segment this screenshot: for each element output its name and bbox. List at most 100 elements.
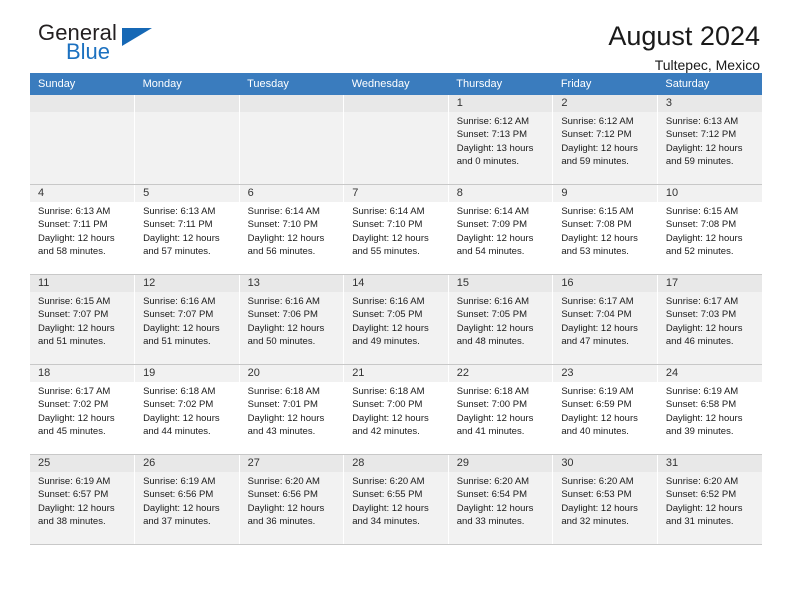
day-number: 1 [448, 95, 553, 112]
daylight-text-line2: and 38 minutes. [38, 516, 106, 528]
calendar-day-cell[interactable]: 29 Sunrise: 6:20 AM Sunset: 6:54 PM Dayligh… [448, 454, 554, 545]
sunset-text: Sunset: 7:07 PM [143, 309, 214, 321]
calendar-day-cell[interactable]: 30 Sunrise: 6:20 AM Sunset: 6:53 PM Dayligh… [552, 454, 658, 545]
calendar-day-cell[interactable]: 20 Sunrise: 6:18 AM Sunset: 7:01 PM Dayligh… [239, 364, 345, 455]
day-number: 21 [344, 365, 448, 382]
calendar-week-row: 4 Sunrise: 6:13 AM Sunset: 7:11 PM Daylight… [30, 184, 762, 275]
day-cell-inner: 14 Sunrise: 6:16 AM Sunset: 7:05 PM Dayligh… [344, 275, 448, 349]
calendar-day-cell[interactable]: 31 Sunrise: 6:20 AM Sunset: 6:52 PM Dayligh… [657, 454, 762, 545]
day-cell-inner: 13 Sunrise: 6:16 AM Sunset: 7:06 PM Dayligh… [239, 275, 344, 349]
sunrise-text: Sunrise: 6:15 AM [665, 206, 739, 217]
daylight-text-line2: and 36 minutes. [247, 516, 316, 528]
calendar-day-cell[interactable]: 16 Sunrise: 6:17 AM Sunset: 7:04 PM Dayligh… [552, 274, 658, 365]
calendar-day-cell[interactable]: 5 Sunrise: 6:13 AM Sunset: 7:11 PM Daylight… [134, 184, 240, 275]
calendar-day-cell[interactable]: 19 Sunrise: 6:18 AM Sunset: 7:02 PM Dayligh… [134, 364, 240, 455]
day-cell-inner: 2 Sunrise: 6:12 AM Sunset: 7:12 PM Daylight… [553, 95, 657, 169]
calendar-day-cell[interactable]: 10 Sunrise: 6:15 AM Sunset: 7:08 PM Dayligh… [657, 184, 762, 275]
calendar-day-cell[interactable]: 22 Sunrise: 6:18 AM Sunset: 7:00 PM Dayligh… [448, 364, 554, 455]
daylight-text-line2: and 40 minutes. [561, 426, 629, 438]
sunrise-text: Sunrise: 6:14 AM [456, 206, 530, 217]
day-number: 15 [448, 275, 553, 292]
sunrise-text: Sunrise: 6:18 AM [247, 386, 320, 397]
sunrise-text: Sunrise: 6:19 AM [38, 476, 111, 487]
daylight-text-line1: Daylight: 12 hours [352, 502, 429, 514]
daylight-text-line2: and 53 minutes. [561, 246, 629, 258]
calendar-day-cell[interactable]: 8 Sunrise: 6:14 AM Sunset: 7:09 PM Daylight… [448, 184, 554, 275]
calendar-day-cell[interactable]: 6 Sunrise: 6:14 AM Sunset: 7:10 PM Daylight… [239, 184, 345, 275]
weekday-header-monday: Monday [134, 73, 240, 95]
day-number: 11 [30, 275, 135, 292]
calendar-day-cell[interactable]: 17 Sunrise: 6:17 AM Sunset: 7:03 PM Dayligh… [657, 274, 762, 365]
calendar-day-cell[interactable]: 25 Sunrise: 6:19 AM Sunset: 6:57 PM Dayligh… [30, 454, 136, 545]
calendar-day-cell[interactable]: 2 Sunrise: 6:12 AM Sunset: 7:12 PM Daylight… [552, 95, 658, 185]
day-cell-inner: 10 Sunrise: 6:15 AM Sunset: 7:08 PM Dayligh… [657, 185, 762, 259]
calendar-page: General Blue August 2024 Tultepec, Mexic… [0, 0, 792, 612]
sunrise-text: Sunrise: 6:13 AM [665, 116, 739, 127]
daylight-text-line1: Daylight: 12 hours [247, 232, 325, 244]
calendar-day-cell[interactable]: 24 Sunrise: 6:19 AM Sunset: 6:58 PM Dayligh… [657, 364, 762, 455]
day-number: 10 [657, 185, 762, 202]
calendar-day-cell[interactable]: 23 Sunrise: 6:19 AM Sunset: 6:59 PM Dayligh… [552, 364, 658, 455]
daylight-text-line1: Daylight: 12 hours [456, 232, 534, 244]
calendar-day-cell[interactable]: 4 Sunrise: 6:13 AM Sunset: 7:11 PM Daylight… [30, 184, 136, 275]
day-number: 19 [135, 365, 239, 382]
sunset-text: Sunset: 6:54 PM [456, 489, 527, 501]
calendar-day-cell[interactable]: 28 Sunrise: 6:20 AM Sunset: 6:55 PM Dayligh… [343, 454, 449, 545]
calendar-week-row: 11 Sunrise: 6:15 AM Sunset: 7:07 PM Dayligh… [30, 274, 762, 365]
sunrise-text: Sunrise: 6:17 AM [38, 386, 111, 397]
sunrise-text: Sunrise: 6:19 AM [561, 386, 634, 397]
calendar-day-cell[interactable]: 3 Sunrise: 6:13 AM Sunset: 7:12 PM Daylight… [657, 95, 762, 185]
calendar-day-cell[interactable]: 11 Sunrise: 6:15 AM Sunset: 7:07 PM Dayligh… [30, 274, 136, 365]
general-blue-logo[interactable]: General Blue [30, 20, 168, 70]
daylight-text-line1: Daylight: 12 hours [143, 232, 220, 244]
sunrise-text: Sunrise: 6:18 AM [456, 386, 530, 397]
sunrise-text: Sunrise: 6:20 AM [247, 476, 320, 487]
day-number: 18 [30, 365, 135, 382]
day-cell-inner: 24 Sunrise: 6:19 AM Sunset: 6:58 PM Dayligh… [657, 365, 762, 439]
calendar-day-cell[interactable]: 26 Sunrise: 6:19 AM Sunset: 6:56 PM Dayligh… [134, 454, 240, 545]
day-cell-inner: 1 Sunrise: 6:12 AM Sunset: 7:13 PM Daylight… [448, 95, 553, 169]
sunset-text: Sunset: 7:04 PM [561, 309, 632, 321]
daylight-text-line2: and 52 minutes. [665, 246, 734, 258]
logo-text-blue: Blue [66, 39, 111, 64]
day-details: Sunrise: 6:16 AM Sunset: 7:06 PM Daylight:… [240, 292, 344, 349]
calendar-week-row: 18 Sunrise: 6:17 AM Sunset: 7:02 PM Dayligh… [30, 364, 762, 455]
daylight-text-line2: and 45 minutes. [38, 426, 106, 438]
calendar-day-cell[interactable]: 13 Sunrise: 6:16 AM Sunset: 7:06 PM Dayligh… [239, 274, 345, 365]
calendar-day-cell[interactable]: 27 Sunrise: 6:20 AM Sunset: 6:56 PM Dayligh… [239, 454, 345, 545]
day-number [30, 95, 135, 112]
sunrise-text: Sunrise: 6:15 AM [561, 206, 634, 217]
day-details: Sunrise: 6:18 AM Sunset: 7:02 PM Daylight:… [135, 382, 239, 439]
logo-triangle-icon [122, 28, 152, 46]
day-details: Sunrise: 6:16 AM Sunset: 7:05 PM Daylight:… [449, 292, 553, 349]
day-number: 7 [344, 185, 448, 202]
calendar-day-cell[interactable]: 9 Sunrise: 6:15 AM Sunset: 7:08 PM Daylight… [552, 184, 658, 275]
daylight-text-line2: and 33 minutes. [456, 516, 525, 528]
weekday-header-saturday: Saturday [657, 73, 762, 95]
day-cell-inner: 26 Sunrise: 6:19 AM Sunset: 6:56 PM Dayligh… [135, 455, 239, 529]
day-number: 31 [657, 455, 762, 472]
calendar-table: Sunday Monday Tuesday Wednesday Thursday Frid… [30, 73, 762, 545]
daylight-text-line2: and 47 minutes. [561, 336, 629, 348]
sunrise-text: Sunrise: 6:14 AM [247, 206, 320, 217]
day-details: Sunrise: 6:19 AM Sunset: 6:57 PM Daylight:… [30, 472, 134, 529]
calendar-day-cell[interactable]: 7 Sunrise: 6:14 AM Sunset: 7:10 PM Daylight… [343, 184, 449, 275]
sunrise-text: Sunrise: 6:17 AM [665, 296, 739, 307]
day-details: Sunrise: 6:20 AM Sunset: 6:55 PM Daylight:… [344, 472, 448, 529]
daylight-text-line2: and 0 minutes. [456, 156, 520, 168]
calendar-day-cell[interactable]: 18 Sunrise: 6:17 AM Sunset: 7:02 PM Dayligh… [30, 364, 136, 455]
calendar-day-cell[interactable]: 21 Sunrise: 6:18 AM Sunset: 7:00 PM Dayligh… [343, 364, 449, 455]
sunset-text: Sunset: 7:01 PM [247, 399, 318, 411]
daylight-text-line2: and 41 minutes. [456, 426, 525, 438]
sunrise-text: Sunrise: 6:18 AM [143, 386, 216, 397]
day-cell-inner: 16 Sunrise: 6:17 AM Sunset: 7:04 PM Dayligh… [553, 275, 657, 349]
day-details: Sunrise: 6:15 AM Sunset: 7:08 PM Daylight:… [658, 202, 762, 259]
calendar-day-cell[interactable]: 12 Sunrise: 6:16 AM Sunset: 7:07 PM Dayligh… [134, 274, 240, 365]
calendar-day-cell[interactable]: 15 Sunrise: 6:16 AM Sunset: 7:05 PM Dayligh… [448, 274, 554, 365]
daylight-text-line2: and 59 minutes. [561, 156, 629, 168]
calendar-day-cell[interactable]: 14 Sunrise: 6:16 AM Sunset: 7:05 PM Dayligh… [343, 274, 449, 365]
calendar-day-cell[interactable]: 1 Sunrise: 6:12 AM Sunset: 7:13 PM Daylight… [448, 95, 554, 185]
calendar-day-cell-empty [134, 95, 240, 185]
day-details: Sunrise: 6:15 AM Sunset: 7:08 PM Daylight:… [553, 202, 657, 259]
day-cell-inner: 3 Sunrise: 6:13 AM Sunset: 7:12 PM Daylight… [657, 95, 762, 169]
